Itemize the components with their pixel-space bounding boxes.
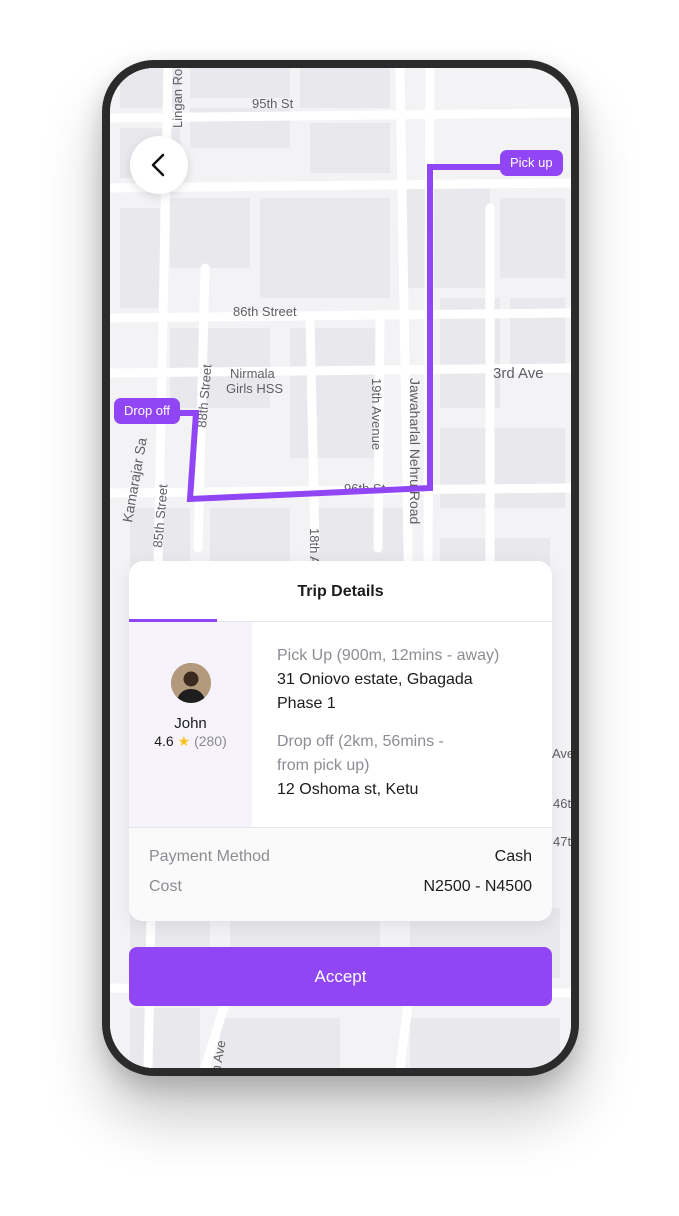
screen: 95th St Lingan Ro 86th Street Nirmala Gi…	[110, 68, 571, 1068]
card-footer: Payment Method Cash Cost N2500 - N4500	[129, 827, 552, 921]
cost-value: N2500 - N4500	[423, 878, 532, 895]
street-label: 3rd Ave	[493, 365, 544, 382]
card-title: Trip Details	[297, 583, 384, 600]
pickup-label: Pick Up (900m, 12mins - away)	[277, 647, 500, 664]
cost-row: Cost N2500 - N4500	[149, 878, 532, 902]
street-label: 18th A	[307, 528, 322, 565]
back-button[interactable]	[130, 136, 188, 194]
street-label: 95th St	[252, 96, 294, 111]
card-body: John 4.6 ★ (280) Pick Up (900m, 12mins -…	[129, 622, 552, 827]
phone-frame: 95th St Lingan Ro 86th Street Nirmala Gi…	[102, 60, 579, 1076]
payment-row: Payment Method Cash	[149, 848, 532, 872]
driver-panel: John 4.6 ★ (280)	[129, 622, 252, 827]
accept-button[interactable]: Accept	[129, 947, 552, 1006]
street-label: 19th Avenue	[369, 378, 384, 450]
dropoff-label-line2: from pick up)	[277, 757, 370, 774]
street-label: 86th Street	[233, 304, 297, 319]
cost-label: Cost	[149, 878, 182, 895]
trip-details-card: Trip Details John 4.6 ★ (280) Pick Up (9…	[129, 561, 552, 921]
pickup-address-line2: Phase 1	[277, 695, 336, 712]
dropoff-address: 12 Oshoma st, Ketu	[277, 781, 419, 798]
payment-value: Cash	[494, 848, 532, 865]
driver-name: John	[174, 715, 207, 732]
star-icon: ★	[177, 733, 191, 749]
pickup-marker[interactable]: Pick up	[500, 150, 563, 176]
street-label: Girls HSS	[226, 381, 283, 396]
rating-count: (280)	[194, 733, 227, 749]
street-label: Nirmala	[230, 366, 276, 381]
driver-rating: 4.6 ★ (280)	[129, 733, 252, 750]
street-label: 47t	[553, 834, 571, 849]
street-label: Lingan Ro	[170, 69, 185, 128]
driver-photo	[171, 663, 211, 703]
trip-info: Pick Up (900m, 12mins - away) 31 Oniovo …	[277, 644, 537, 802]
dropoff-marker[interactable]: Drop off	[114, 398, 181, 424]
dropoff-label-line1: Drop off (2km, 56mins -	[277, 733, 444, 750]
avatar	[171, 663, 211, 703]
street-label: 46t	[553, 796, 571, 811]
chevron-left-icon	[151, 153, 165, 177]
card-header: Trip Details	[129, 561, 552, 622]
rating-value: 4.6	[154, 733, 174, 749]
street-label: Ave	[552, 746, 571, 761]
pickup-address-line1: 31 Oniovo estate, Gbagada	[277, 671, 473, 688]
street-label: Jawaharlal Nehru Road	[407, 378, 423, 524]
payment-label: Payment Method	[149, 848, 270, 865]
